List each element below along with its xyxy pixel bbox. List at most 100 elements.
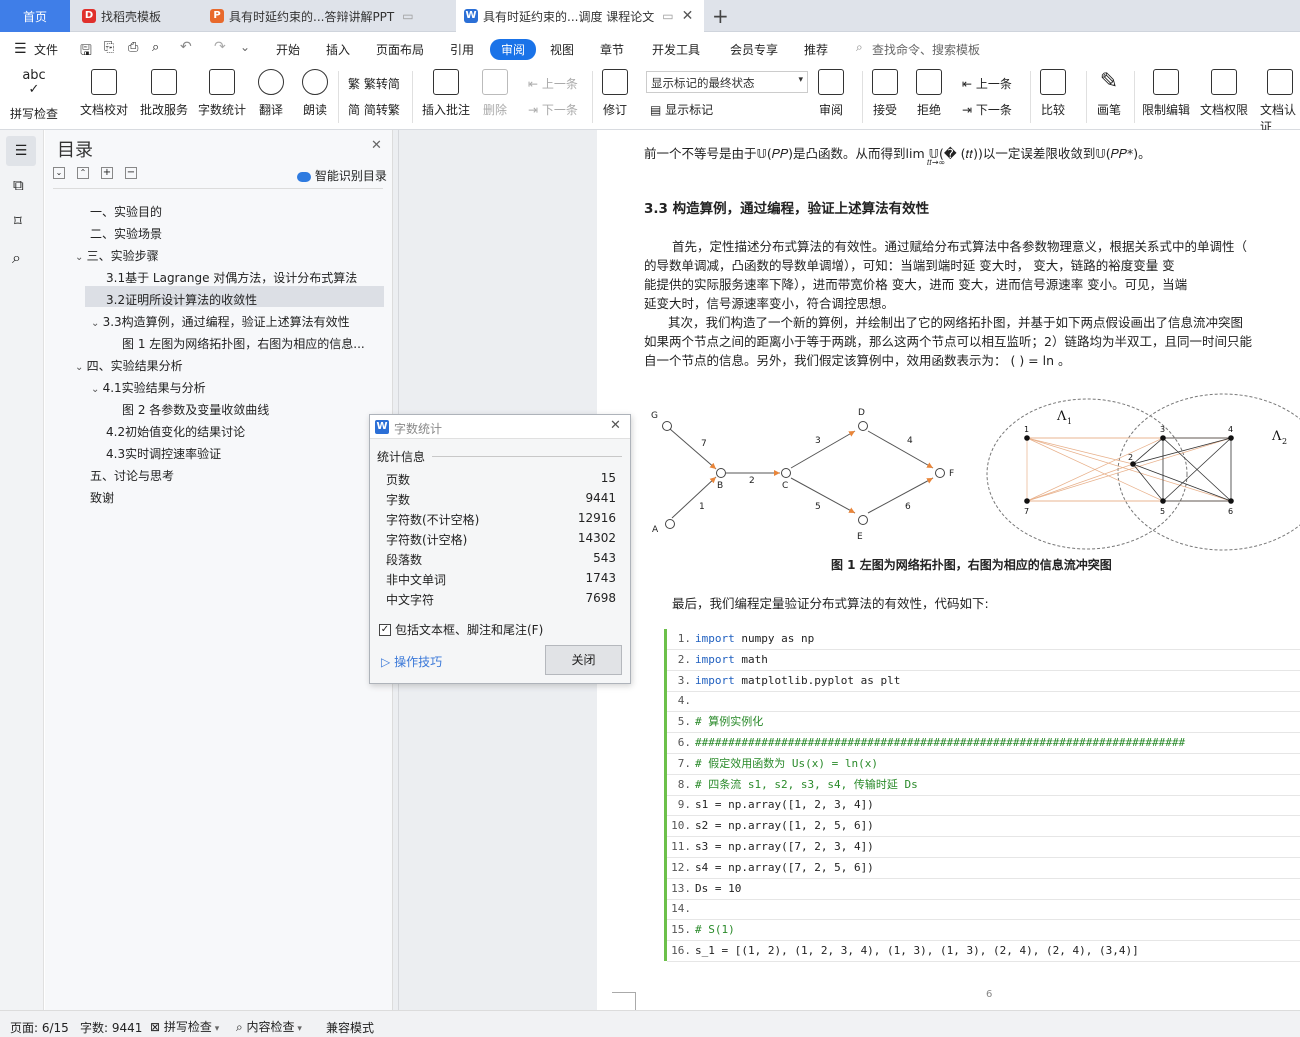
tab-home[interactable]: 首页	[0, 0, 70, 32]
chevron-down-icon[interactable]: ⌄	[75, 252, 87, 263]
save-icon[interactable]: 🖫	[80, 40, 92, 64]
code-line[interactable]: 14.	[667, 899, 1300, 921]
translate-button[interactable]: 翻译	[258, 69, 284, 118]
print-icon[interactable]: ⎙	[128, 40, 138, 55]
show-markup-button[interactable]: ▤ 显示标记	[650, 101, 713, 118]
toc-item[interactable]: ⌄ 三、实验步骤	[75, 247, 159, 264]
next-change-button[interactable]: ⇥ 下一条	[962, 101, 1012, 118]
menu-recommend[interactable]: 推荐	[804, 41, 828, 58]
code-line[interactable]: 6. ######################################…	[667, 733, 1300, 754]
remove-icon[interactable]: −	[125, 167, 137, 179]
chevron-down-icon[interactable]: ⌄	[91, 384, 103, 395]
nav-pane-icon[interactable]: ⧉	[13, 176, 24, 194]
close-icon[interactable]: ✕	[371, 138, 382, 153]
page-indicator[interactable]: 页面: 6/15	[10, 1019, 69, 1036]
chevron-down-icon[interactable]: ⌄	[91, 318, 103, 329]
toc-item[interactable]: 五、讨论与思考	[90, 467, 174, 484]
insert-comment-button[interactable]: 插入批注	[422, 69, 470, 118]
restrict-edit-button[interactable]: 限制编辑	[1142, 69, 1190, 118]
review-pane-button[interactable]: 审阅	[818, 69, 844, 118]
code-line[interactable]: 13. Ds = 10	[667, 879, 1300, 900]
dialog-titlebar[interactable]: W 字数统计 ✕	[370, 415, 630, 439]
menu-view[interactable]: 视图	[550, 41, 574, 58]
delete-comment-button[interactable]: 删除	[482, 69, 508, 118]
undo-icon[interactable]: ↶	[180, 39, 192, 55]
hamburger-icon[interactable]: ☰	[14, 41, 27, 57]
code-line[interactable]: 10. s2 = np.array([1, 2, 5, 6])	[667, 816, 1300, 838]
spell-check-button[interactable]: abc ✓ 拼写检查	[10, 69, 58, 122]
toc-item[interactable]: 3.1基于 Lagrange 对偶方法，设计分布式算法	[106, 269, 357, 286]
toc-item[interactable]: ⌄ 四、实验结果分析	[75, 357, 183, 374]
menu-chapter[interactable]: 章节	[600, 41, 624, 58]
code-line[interactable]: 12. s4 = np.array([7, 2, 5, 6])	[667, 858, 1300, 879]
next-comment-button[interactable]: ⇥ 下一条	[528, 101, 578, 118]
toc-item-selected[interactable]: 3.2证明所设计算法的收敛性	[106, 291, 257, 308]
simp-to-trad-button[interactable]: 简 简转繁	[348, 101, 400, 118]
toc-item[interactable]: 图 1 左图为网络拓扑图，右图为相应的信息...	[122, 335, 365, 352]
code-line[interactable]: 1. import numpy as np	[667, 629, 1300, 650]
tips-link[interactable]: ▷ 操作技巧	[381, 653, 442, 670]
collapse-all-icon[interactable]: ⌄	[53, 167, 65, 179]
code-line[interactable]: 9. s1 = np.array([1, 2, 3, 4])	[667, 795, 1300, 817]
code-line[interactable]: 2. import math	[667, 650, 1300, 671]
menu-start[interactable]: 开始	[276, 41, 300, 58]
smart-toc-button[interactable]: 智能识别目录	[297, 167, 387, 184]
toc-item[interactable]: ⌄ 3.3构造算例，通过编程，验证上述算法有效性	[91, 313, 350, 330]
toc-item[interactable]: 一、实验目的	[90, 203, 162, 220]
code-line[interactable]: 15. # S(1)	[667, 920, 1300, 942]
toc-item[interactable]: 图 2 各参数及变量收敛曲线	[122, 401, 269, 418]
prev-change-button[interactable]: ⇤ 上一条	[962, 75, 1012, 92]
tab-doc-active[interactable]: W 具有时延约束的...调度 课程论文 ▭ ✕	[456, 0, 704, 32]
toc-item[interactable]: ⌄ 4.1实验结果与分析	[91, 379, 206, 396]
add-icon[interactable]: +	[101, 167, 113, 179]
menu-file[interactable]: 文件	[34, 41, 58, 58]
doc-verify-button[interactable]: 文档认证	[1260, 69, 1300, 135]
redo-icon[interactable]: ↷	[214, 39, 226, 55]
prev-comment-button[interactable]: ⇤ 上一条	[528, 75, 578, 92]
content-check-toggle[interactable]: ⌕ 内容检查 ▾	[236, 1018, 302, 1035]
code-line[interactable]: 7. # 假定效用函数为 Us(x) = ln(x)	[667, 754, 1300, 775]
code-line[interactable]: 4.	[667, 691, 1300, 713]
toc-item[interactable]: 致谢	[90, 489, 114, 506]
more-icon[interactable]: ⌄	[240, 40, 250, 54]
code-line[interactable]: 16. s_1 = [(1, 2), (1, 2, 3, 4), (1, 3), …	[667, 941, 1300, 962]
proofread-button[interactable]: 文档校对	[80, 69, 128, 118]
menu-member[interactable]: 会员专享	[730, 41, 778, 58]
accept-button[interactable]: 接受	[872, 69, 898, 118]
toc-item[interactable]: 二、实验场景	[90, 225, 162, 242]
toc-item[interactable]: 4.2初始值变化的结果讨论	[106, 423, 245, 440]
read-aloud-button[interactable]: 朗读	[302, 69, 328, 118]
code-line[interactable]: 8. # 四条流 s1, s2, s3, s4, 传输时延 Ds	[667, 775, 1300, 796]
doc-rights-button[interactable]: 文档权限	[1200, 69, 1248, 118]
revise-button[interactable]: 修订	[602, 69, 628, 118]
toc-icon[interactable]: ☰	[6, 136, 36, 166]
new-tab-button[interactable]: +	[712, 0, 736, 32]
tab-ppt[interactable]: P 具有时延约束的...答辩讲解PPT ▭	[210, 0, 450, 32]
code-line[interactable]: 11. s3 = np.array([7, 2, 3, 4])	[667, 837, 1300, 858]
code-line[interactable]: 3. import matplotlib.pyplot as plt	[667, 671, 1300, 692]
reject-button[interactable]: 拒绝	[916, 69, 942, 118]
chevron-down-icon[interactable]: ⌄	[75, 362, 87, 373]
menu-layout[interactable]: 页面布局	[376, 41, 424, 58]
include-footnotes-checkbox[interactable]: ✓ 包括文本框、脚注和尾注(F)	[379, 621, 543, 638]
preview-icon[interactable]: ⌕	[152, 40, 159, 55]
bookmark-icon[interactable]: ⌑	[14, 212, 22, 230]
menu-review[interactable]: 审阅	[490, 39, 537, 60]
menu-reference[interactable]: 引用	[450, 41, 474, 58]
close-button[interactable]: 关闭	[545, 645, 622, 675]
spell-check-toggle[interactable]: ⊠ 拼写检查 ▾	[150, 1018, 219, 1035]
code-block[interactable]: 1. import numpy as np 2. import math 3. impor…	[664, 629, 1300, 962]
wordcount-button[interactable]: 字数统计	[198, 69, 246, 118]
correct-service-button[interactable]: 批改服务	[140, 69, 188, 118]
expand-up-icon[interactable]: ⌃	[77, 167, 89, 179]
close-icon[interactable]: ✕	[682, 8, 694, 24]
markup-state-select[interactable]: 显示标记的最终状态 ▾	[646, 71, 808, 93]
compare-button[interactable]: 比较	[1040, 69, 1066, 118]
code-line[interactable]: 5. # 算例实例化	[667, 712, 1300, 734]
trad-to-simp-button[interactable]: 繁 繁转简	[348, 75, 400, 92]
tab-template[interactable]: D 找稻壳模板	[82, 0, 202, 32]
close-icon[interactable]: ✕	[610, 418, 621, 433]
toc-item[interactable]: 4.3实时调控速率验证	[106, 445, 221, 462]
pen-button[interactable]: ✎ 画笔	[1096, 69, 1122, 118]
menu-devtools[interactable]: 开发工具	[652, 41, 700, 58]
